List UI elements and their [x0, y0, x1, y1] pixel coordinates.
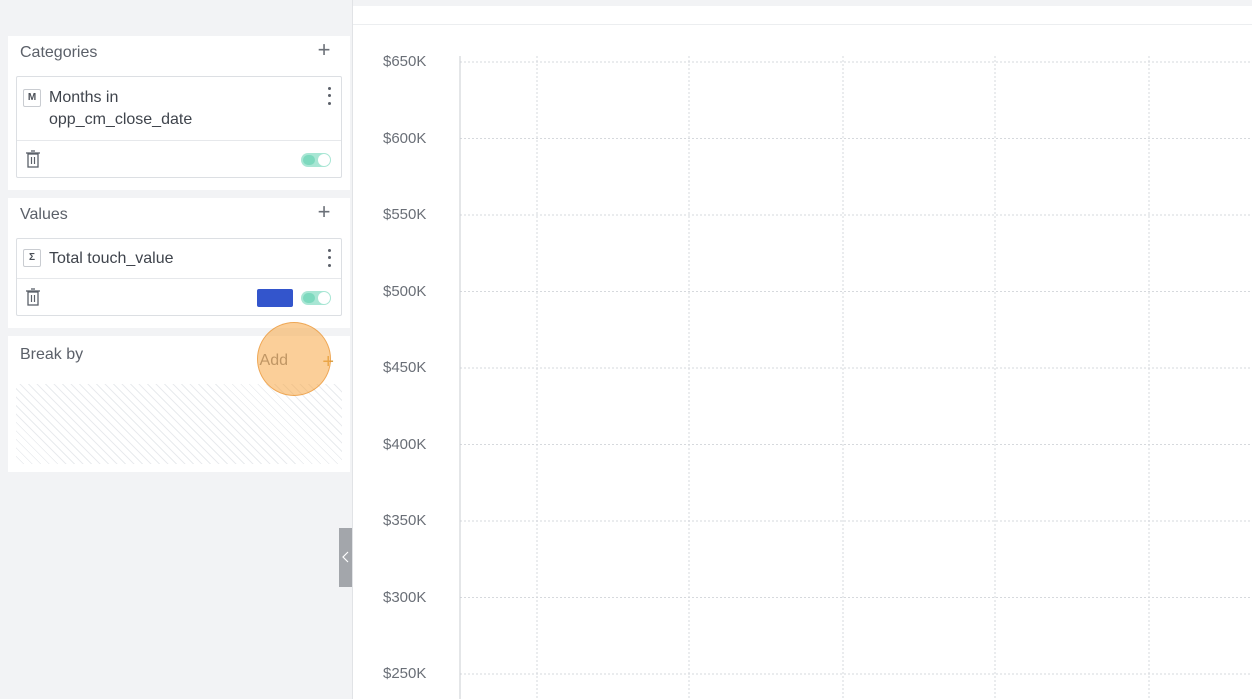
y-tick-label: $450K: [383, 359, 427, 376]
y-tick-label: $600K: [383, 129, 427, 147]
category-field-name: Months in opp_cm_close_date: [49, 87, 192, 131]
y-tick-label: $250K: [383, 665, 427, 682]
break-by-add-icon[interactable]: +: [322, 350, 334, 374]
category-more-icon[interactable]: [325, 85, 333, 107]
value-visibility-toggle[interactable]: [301, 291, 331, 305]
category-field-name-line1: Months in: [49, 89, 119, 106]
field-config-panel: Categories + M Months in opp_cm_close_da…: [0, 0, 352, 699]
y-tick-label: $350K: [383, 512, 427, 529]
trash-icon[interactable]: [25, 287, 41, 307]
trash-icon[interactable]: [25, 149, 41, 169]
y-tick-label: $550K: [383, 206, 427, 223]
sigma-badge: Σ: [23, 249, 41, 267]
chart-area: $650K $600K $550K $500K $450K $400K $350K $300K…: [352, 0, 1252, 699]
categories-title: Categories: [20, 44, 98, 61]
categories-section: Categories + M Months in opp_cm_close_da…: [8, 36, 350, 190]
categories-header: Categories +: [20, 36, 338, 66]
category-field-card[interactable]: M Months in opp_cm_close_date: [16, 76, 342, 178]
value-field-card[interactable]: Σ Total touch_value: [16, 238, 342, 316]
break-by-title: Break by: [20, 346, 84, 363]
y-tick-label: $400K: [383, 435, 427, 453]
series-color-swatch[interactable]: [257, 289, 293, 307]
y-tick-label: $650K: [383, 53, 427, 70]
collapse-panel-handle[interactable]: [339, 528, 352, 587]
category-visibility-toggle[interactable]: [301, 153, 331, 167]
break-by-drop-zone[interactable]: [16, 384, 342, 464]
add-category-button[interactable]: +: [312, 38, 336, 62]
add-value-button[interactable]: +: [312, 200, 336, 224]
value-more-icon[interactable]: [325, 247, 333, 269]
break-by-header: Break by: [20, 338, 338, 368]
break-by-section: Break by Add +: [8, 336, 350, 472]
values-section: Values + Σ Total touch_value: [8, 198, 350, 328]
month-badge: M: [23, 89, 41, 107]
y-tick-label: $500K: [383, 282, 427, 300]
category-field-name-line2: opp_cm_close_date: [49, 111, 193, 128]
break-by-add-label[interactable]: Add: [260, 352, 288, 370]
values-header: Values +: [20, 198, 338, 228]
value-field-name: Total touch_value: [49, 250, 174, 267]
chevron-left-icon: [342, 551, 349, 563]
y-tick-label: $300K: [383, 588, 427, 606]
chart-plot: [459, 56, 1252, 699]
values-title: Values: [20, 206, 68, 223]
